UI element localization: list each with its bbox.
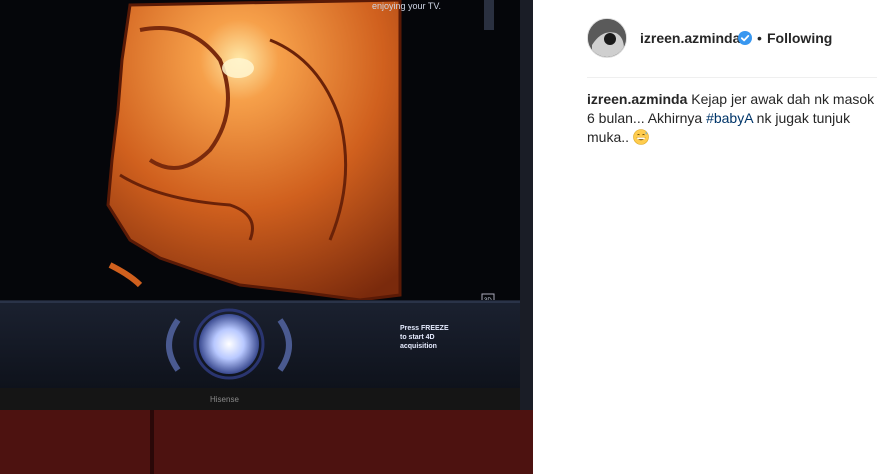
header-username[interactable]: izreen.azminda [640,30,740,46]
tv-freeze-line3: acquisition [400,343,437,350]
post-caption: izreen.azminda Kejap jer awak dah nk mas… [587,90,875,147]
post-media[interactable]: enjoying your TV. 3D Press FREEZE to sta… [0,0,533,474]
caption-hashtag[interactable]: #babyA [706,110,753,126]
header-divider [587,77,877,78]
tv-freeze-line1: Press FREEZE [400,325,449,332]
avatar-image [588,19,626,57]
verified-badge-icon [738,31,752,45]
caption-username[interactable]: izreen.azminda [587,91,687,107]
tv-freeze-line2: to start 4D [400,334,435,341]
tv-brand-logo: Hisense [210,395,239,404]
ultrasound-photo: enjoying your TV. 3D Press FREEZE to sta… [0,0,533,474]
separator-dot: • [757,30,762,46]
grinning-sweat-emoji-icon [633,129,649,145]
tv-top-text: enjoying your TV. [372,1,441,11]
following-button[interactable]: Following [767,30,832,46]
post-sidebar: izreen.azminda • Following izreen.azmind… [533,0,893,474]
avatar[interactable] [587,18,627,58]
